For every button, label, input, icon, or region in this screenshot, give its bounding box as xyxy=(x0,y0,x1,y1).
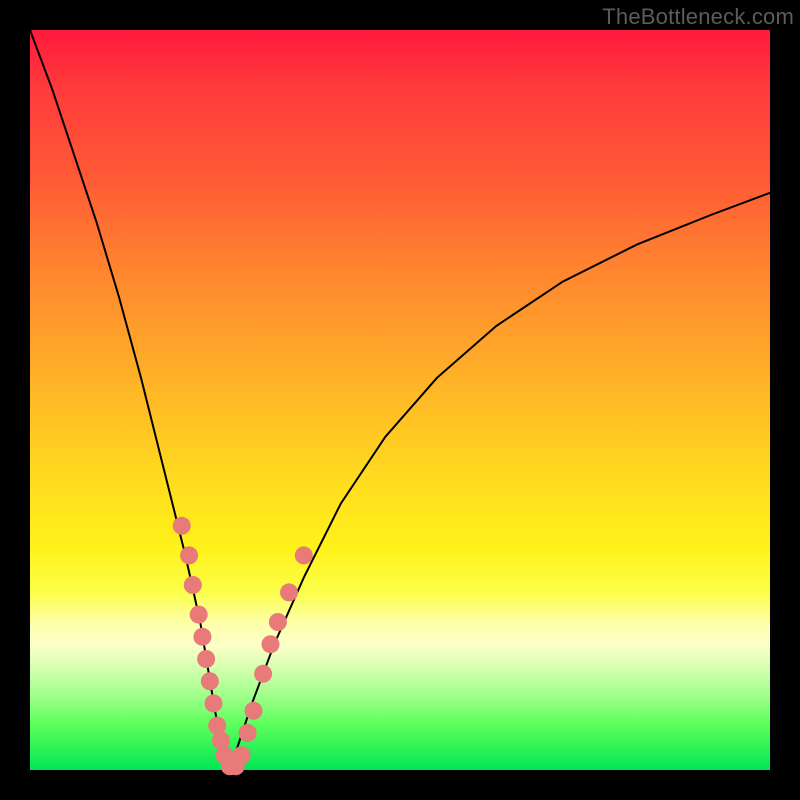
data-marker xyxy=(180,546,198,564)
data-marker xyxy=(197,650,215,668)
data-marker xyxy=(269,613,287,631)
data-marker xyxy=(173,517,191,535)
data-marker xyxy=(233,746,251,764)
data-marker xyxy=(245,702,263,720)
data-marker xyxy=(295,546,313,564)
data-marker xyxy=(205,694,223,712)
data-marker xyxy=(190,606,208,624)
marker-group xyxy=(173,517,313,776)
data-marker xyxy=(254,665,272,683)
data-marker xyxy=(184,576,202,594)
data-marker xyxy=(201,672,219,690)
data-marker xyxy=(280,583,298,601)
data-marker xyxy=(193,628,211,646)
data-marker xyxy=(239,724,257,742)
bottleneck-curve xyxy=(30,30,770,770)
chart-svg xyxy=(30,30,770,770)
data-marker xyxy=(262,635,280,653)
chart-frame: TheBottleneck.com xyxy=(0,0,800,800)
plot-area xyxy=(30,30,770,770)
watermark-text: TheBottleneck.com xyxy=(602,4,794,30)
